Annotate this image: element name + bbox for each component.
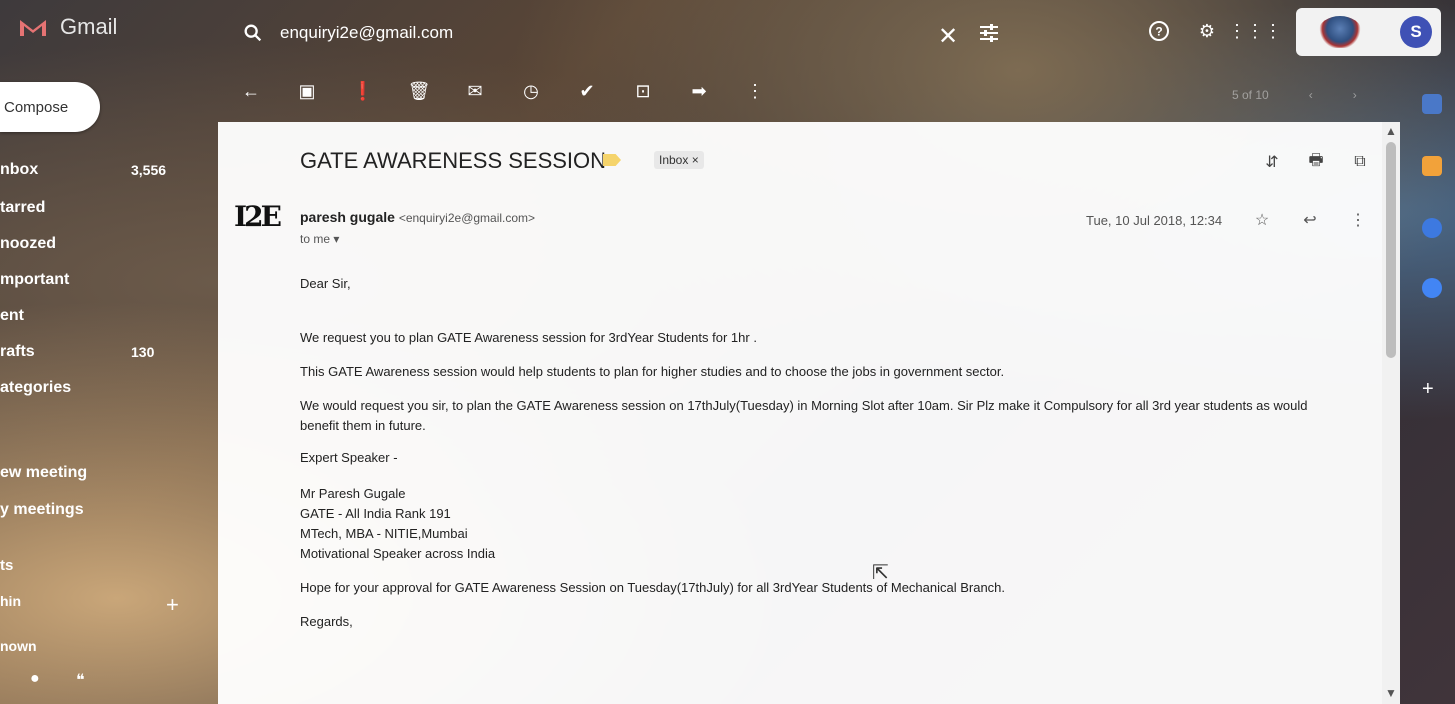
meet-new-meeting[interactable]: ew meeting [0, 464, 180, 482]
message-toolbar: ← ▣ ❗ 🗑 ✉ ◷ ✔ ⊡ ➡ ⋮ [238, 78, 798, 104]
app-name: Gmail [60, 14, 118, 39]
paragraph-3: We would request you sir, to plan the GA… [300, 398, 1308, 433]
paragraph-1: We request you to plan GATE Awareness se… [300, 330, 757, 345]
print-icon[interactable]: 🖶 [1306, 152, 1326, 172]
sidebar-item-label: noozed [0, 235, 56, 252]
calendar-icon[interactable] [1422, 94, 1442, 114]
tasks-icon[interactable] [1422, 218, 1442, 238]
back-arrow-icon[interactable]: ← [238, 78, 264, 104]
archive-icon[interactable]: ▣ [294, 78, 320, 104]
paragraph-2: This GATE Awareness session would help s… [300, 364, 1005, 379]
regards: Regards, [300, 614, 353, 629]
account-switcher[interactable]: S [1296, 8, 1441, 56]
inbox-label-chip[interactable]: Inbox × [654, 151, 704, 169]
search-input[interactable] [278, 22, 882, 44]
svg-text:?: ? [1155, 25, 1162, 39]
sender-email: <enquiryi2e@gmail.com> [398, 211, 536, 225]
mark-unread-icon[interactable]: ✉ [462, 78, 488, 104]
scroll-down-icon[interactable]: ▼ [1385, 686, 1397, 700]
sender-avatar[interactable]: I2E [234, 200, 282, 246]
sidebar-item-label: ategories [0, 379, 72, 396]
chat-user-1[interactable]: hin [0, 593, 180, 609]
search-options-icon[interactable] [978, 22, 1000, 44]
search-icon[interactable] [242, 22, 264, 44]
help-icon[interactable]: ? [1146, 18, 1172, 44]
drafts-count: 130 [131, 344, 155, 360]
sender-name[interactable]: paresh gugale [300, 209, 395, 225]
expert-heading: Expert Speaker - [300, 450, 398, 465]
hangouts-chat-icon[interactable]: ❝ [76, 670, 94, 689]
email-date: Tue, 10 Jul 2018, 12:34 [1086, 213, 1223, 228]
search-bar[interactable]: ✕ [230, 8, 1010, 58]
email-pane: GATE AWARENESS SESSION Inbox × ⇵ 🖶 ⧉ I2E… [218, 122, 1384, 704]
sidebar-nav: nbox 3,556 tarred noozed mportant ent ra… [0, 150, 180, 406]
sidebar-item-label: mportant [0, 271, 70, 288]
meet-my-meetings[interactable]: y meetings [0, 501, 180, 519]
signature-line-4: Motivational Speaker across India [300, 546, 496, 561]
sidebar-item-label: nbox [0, 161, 39, 178]
chat-user-2[interactable]: nown [0, 638, 180, 654]
reply-icon[interactable]: ↩ [1300, 210, 1320, 230]
sidebar-item-label: ent [0, 307, 24, 324]
mouse-cursor-icon: ⇱ [872, 562, 889, 584]
scroll-thumb[interactable] [1386, 142, 1396, 358]
pager-text: 5 of 10 [1232, 88, 1269, 102]
unread-count: 3,556 [131, 162, 167, 178]
organization-logo [1318, 16, 1362, 48]
signature-line-1: Mr Paresh Gugale [300, 486, 406, 501]
more-vertical-icon[interactable]: ⋮ [742, 78, 768, 104]
greeting: Dear Sir, [300, 276, 351, 291]
sender-line: paresh gugale <enquiryi2e@gmail.com> [300, 209, 535, 225]
move-to-icon[interactable]: ⊡ [630, 78, 656, 104]
more-options-icon[interactable]: ⋮ [1348, 210, 1368, 230]
next-icon[interactable]: › [1353, 88, 1357, 102]
prev-icon[interactable]: ‹ [1309, 88, 1313, 102]
gmail-logo[interactable]: Gmail [18, 14, 117, 40]
sidebar-item-sent[interactable]: ent [0, 298, 180, 334]
signature-line-2: GATE - All India Rank 191 [300, 506, 451, 521]
sidebar-item-label: tarred [0, 199, 46, 216]
sidebar-item-label: rafts [0, 343, 35, 360]
signature-line-3: MTech, MBA - NITIE,Mumbai [300, 526, 468, 541]
sidebar-item-important[interactable]: mportant [0, 262, 180, 298]
contacts-icon[interactable] [1422, 278, 1442, 298]
sidebar-item-drafts[interactable]: rafts 130 [0, 334, 180, 370]
scroll-up-icon[interactable]: ▲ [1385, 124, 1397, 138]
important-marker-icon[interactable] [603, 154, 621, 166]
account-avatar[interactable]: S [1400, 16, 1432, 48]
snooze-clock-icon[interactable]: ◷ [518, 78, 544, 104]
paragraph-4: Hope for your approval for GATE Awarenes… [300, 580, 1006, 595]
report-spam-icon[interactable]: ❗ [350, 78, 376, 104]
email-scrollbar[interactable]: ▲ ▼ [1382, 122, 1400, 704]
recipient-details[interactable]: to me ▾ [300, 232, 339, 246]
gmail-m-icon [18, 16, 48, 38]
apps-grid-icon[interactable]: ⋮⋮⋮ [1228, 18, 1282, 44]
pager: 5 of 10 ‹ › [1232, 88, 1357, 102]
keep-icon[interactable] [1422, 156, 1442, 176]
email-body: Dear Sir, We request you to plan GATE Aw… [300, 274, 1340, 632]
delete-trash-icon[interactable]: 🗑 [406, 78, 432, 104]
add-to-tasks-icon[interactable]: ✔ [574, 78, 600, 104]
email-subject: GATE AWARENESS SESSION [300, 148, 607, 173]
person-icon[interactable]: ● [30, 670, 48, 688]
collapse-all-icon[interactable]: ⇵ [1262, 152, 1282, 172]
label-icon[interactable]: ➡ [686, 78, 712, 104]
clear-search-icon[interactable]: ✕ [938, 22, 958, 51]
add-addon-plus-icon[interactable]: + [1422, 378, 1442, 400]
star-icon[interactable]: ☆ [1252, 210, 1272, 230]
open-new-window-icon[interactable]: ⧉ [1350, 152, 1370, 172]
side-panel: + [1412, 78, 1455, 704]
new-chat-plus-icon[interactable]: + [166, 592, 179, 618]
sidebar-item-categories[interactable]: ategories [0, 370, 180, 406]
sidebar-item-snoozed[interactable]: noozed [0, 226, 180, 262]
settings-gear-icon[interactable]: ⚙ [1194, 18, 1220, 44]
sidebar-item-inbox[interactable]: nbox 3,556 [0, 150, 180, 190]
compose-button[interactable]: Compose [0, 82, 100, 132]
chats-header: ts [0, 557, 14, 574]
sidebar-item-starred[interactable]: tarred [0, 190, 180, 226]
